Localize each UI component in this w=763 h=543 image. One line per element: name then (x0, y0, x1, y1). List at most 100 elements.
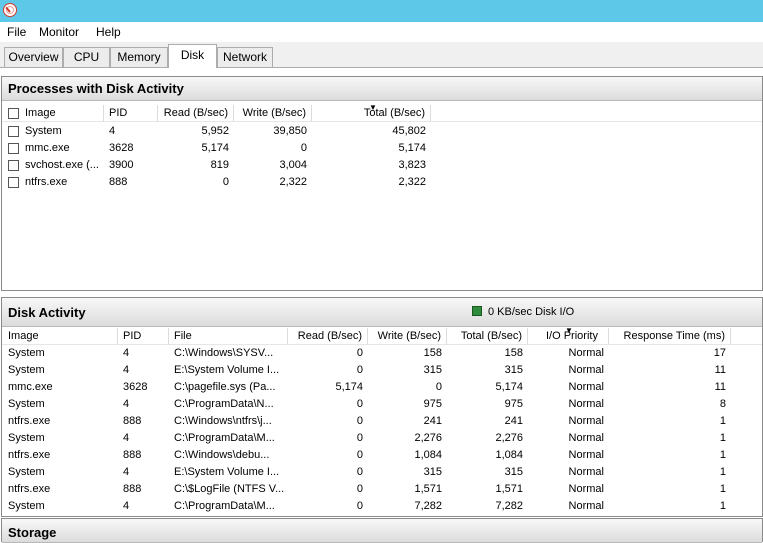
cell-total: 241 (504, 415, 523, 427)
disk-activity-row[interactable]: System 4 C:\Windows\SYSV... 0 158 158 Normal 17 (2, 345, 762, 362)
cell-total: 1,084 (495, 449, 523, 461)
menu-file[interactable]: File (7, 25, 26, 39)
cell-response-time: 1 (719, 415, 726, 427)
disk-activity-row[interactable]: System 4 E:\System Volume I... 0 315 315 Norma… (2, 362, 762, 379)
process-checkbox[interactable] (8, 177, 19, 188)
cell-read: 0 (356, 398, 363, 410)
cell-io-priority: Normal (568, 347, 604, 359)
col-total[interactable]: ▼ Total (B/sec) (312, 104, 431, 122)
process-row[interactable]: svchost.exe (... 3900 819 3,004 3,823 (2, 157, 762, 174)
cell-response-time: 11 (714, 381, 726, 393)
process-checkbox[interactable] (8, 143, 19, 154)
tab-cpu[interactable]: CPU (63, 47, 110, 67)
cell-response-time: 11 (714, 364, 726, 376)
tab-disk[interactable]: Disk (168, 44, 217, 68)
process-row[interactable]: mmc.exe 3628 5,174 0 5,174 (2, 140, 762, 157)
disk-activity-row[interactable]: System 4 C:\ProgramData\M... 0 7,282 7,282 Nor… (2, 498, 762, 515)
cell-write: 39,850 (273, 125, 307, 137)
cell-response-time: 1 (719, 466, 726, 478)
menu-monitor[interactable]: Monitor (39, 25, 79, 39)
cell-file: C:\ProgramData\M... (174, 432, 275, 444)
disk-activity-row[interactable]: ntfrs.exe 888 C:\Windows\debu... 0 1,084 1,08… (2, 447, 762, 464)
col-read[interactable]: Read (B/sec) (288, 328, 368, 345)
cell-write: 3,004 (279, 159, 307, 171)
cell-response-time: 1 (719, 500, 726, 512)
cell-image: System (8, 432, 45, 444)
cell-total: 45,802 (392, 125, 426, 137)
cell-image: mmc.exe (8, 381, 53, 393)
cell-image: mmc.exe (25, 142, 70, 154)
processes-header-row: Image PID Read (B/sec) Write (B/sec) ▼ T… (2, 104, 762, 122)
process-checkbox[interactable] (8, 160, 19, 171)
tab-memory[interactable]: Memory (110, 47, 168, 67)
cell-read: 819 (210, 159, 229, 171)
cell-image: System (8, 466, 45, 478)
cell-write: 315 (423, 364, 442, 376)
cell-image: ntfrs.exe (8, 415, 51, 427)
disk-activity-panel-title: Disk Activity (8, 305, 86, 320)
cell-io-priority: Normal (568, 432, 604, 444)
col-read[interactable]: Read (B/sec) (158, 105, 234, 122)
disk-activity-row[interactable]: System 4 C:\ProgramData\M... 0 2,276 2,276 Nor… (2, 430, 762, 447)
tab-overview[interactable]: Overview (4, 47, 63, 67)
cell-write: 0 (300, 142, 307, 154)
cell-pid: 4 (109, 125, 116, 137)
disk-activity-row[interactable]: ntfrs.exe 888 C:\$LogFile (NTFS V... 0 1,571… (2, 481, 762, 498)
cell-total: 975 (504, 398, 523, 410)
cell-read: 0 (356, 415, 363, 427)
col-image[interactable]: Image (23, 105, 104, 122)
cell-pid: 4 (123, 500, 130, 512)
cell-read: 5,952 (201, 125, 229, 137)
disk-io-label: 0 KB/sec Disk I/O (488, 306, 575, 318)
storage-panel-header[interactable]: Storage (2, 519, 762, 543)
cell-response-time: 17 (713, 347, 726, 359)
cell-read: 0 (356, 466, 363, 478)
disk-activity-row[interactable]: ntfrs.exe 888 C:\Windows\ntfrs\j... 0 241 241… (2, 413, 762, 430)
sort-descending-icon: ▼ (565, 326, 573, 335)
cell-pid: 4 (123, 364, 130, 376)
cell-write: 975 (423, 398, 442, 410)
cell-read: 0 (356, 364, 363, 376)
col-pid[interactable]: PID (104, 105, 158, 122)
disk-activity-panel: Disk Activity 0 KB/sec Disk I/O Image PI… (1, 297, 763, 517)
col-image[interactable]: Image (2, 328, 118, 345)
col-file[interactable]: File (169, 328, 288, 345)
cell-read: 0 (356, 449, 363, 461)
disk-activity-row[interactable]: System 4 E:\System Volume I... 0 315 315 Norma… (2, 464, 762, 481)
cell-image: System (8, 398, 45, 410)
col-pid[interactable]: PID (118, 328, 169, 345)
menu-help[interactable]: Help (96, 25, 121, 39)
cell-pid: 4 (123, 466, 130, 478)
cell-io-priority: Normal (568, 483, 604, 495)
process-checkbox[interactable] (8, 126, 19, 137)
menu-bar: File Monitor Help (0, 22, 763, 42)
processes-panel-header[interactable]: Processes with Disk Activity (2, 77, 762, 101)
col-io-priority[interactable]: ▼ I/O Priority (528, 326, 609, 345)
cell-pid: 4 (123, 432, 130, 444)
cell-io-priority: Normal (568, 449, 604, 461)
disk-activity-row[interactable]: System 4 C:\ProgramData\N... 0 975 975 Normal 8 (2, 396, 762, 413)
cell-write: 2,322 (279, 176, 307, 188)
col-response-time[interactable]: Response Time (ms) (609, 328, 731, 345)
process-row[interactable]: ntfrs.exe 888 0 2,322 2,322 (2, 174, 762, 191)
cell-file: E:\System Volume I... (174, 466, 280, 478)
cell-total: 5,174 (398, 142, 426, 154)
cell-file: C:\pagefile.sys (Pa... (174, 381, 276, 393)
col-total[interactable]: Total (B/sec) (447, 328, 528, 345)
cell-file: C:\$LogFile (NTFS V... (174, 483, 285, 495)
cell-file: E:\System Volume I... (174, 364, 280, 376)
disk-io-square-icon (472, 306, 482, 316)
col-write[interactable]: Write (B/sec) (368, 328, 447, 345)
disk-activity-row[interactable]: mmc.exe 3628 C:\pagefile.sys (Pa... 5,174 0 5… (2, 379, 762, 396)
col-write[interactable]: Write (B/sec) (234, 105, 312, 122)
cell-response-time: 8 (719, 398, 726, 410)
resource-monitor-icon[interactable] (3, 3, 17, 17)
cell-pid: 3900 (109, 159, 134, 171)
disk-activity-panel-header[interactable]: Disk Activity 0 KB/sec Disk I/O (2, 298, 762, 327)
process-row[interactable]: System 4 5,952 39,850 45,802 (2, 123, 762, 140)
cell-write: 158 (423, 347, 442, 359)
cell-io-priority: Normal (568, 415, 604, 427)
tab-network[interactable]: Network (217, 47, 273, 67)
select-all-checkbox[interactable] (8, 108, 19, 119)
storage-panel: Storage (1, 518, 763, 543)
